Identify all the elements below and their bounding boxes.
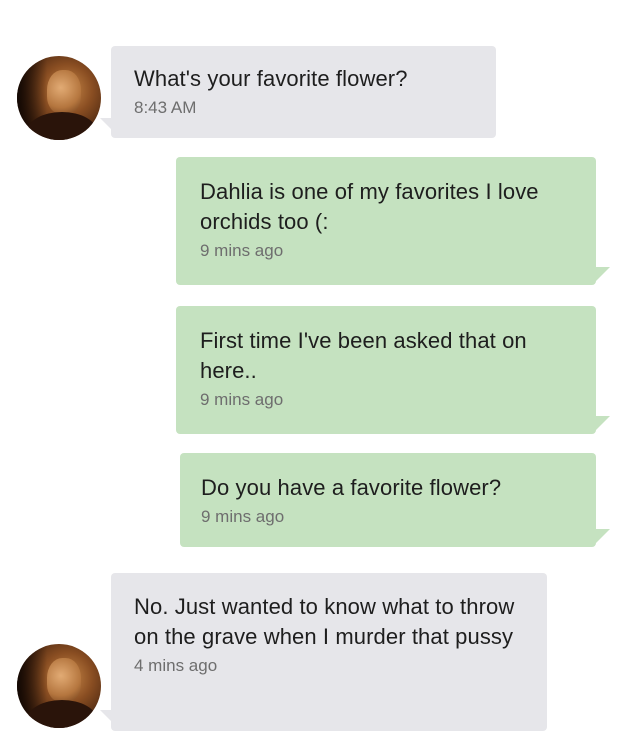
- message-timestamp: 4 mins ago: [134, 656, 218, 675]
- message-timestamp: 9 mins ago: [200, 241, 284, 260]
- message-text: What's your favorite flower?: [134, 66, 408, 91]
- message-text: First time I've been asked that on here.…: [200, 328, 527, 383]
- message-text: Dahlia is one of my favorites I love orc…: [200, 179, 539, 234]
- message-bubble-received: What's your favorite flower? 8:43 AM: [111, 46, 496, 138]
- avatar-shoulder: [27, 112, 97, 140]
- bubble-tail: [596, 529, 610, 543]
- message-timestamp: 9 mins ago: [201, 507, 285, 526]
- message-text: No. Just wanted to know what to throw on…: [134, 594, 515, 649]
- contact-avatar[interactable]: [17, 644, 101, 728]
- bubble-tail: [596, 267, 610, 281]
- contact-avatar[interactable]: [17, 56, 101, 140]
- message-bubble-received: No. Just wanted to know what to throw on…: [111, 573, 547, 731]
- avatar-face: [47, 70, 81, 114]
- message-bubble-sent: Do you have a favorite flower? 9 mins ag…: [180, 453, 596, 547]
- message-bubble-sent: Dahlia is one of my favorites I love orc…: [176, 157, 596, 285]
- message-text: Do you have a favorite flower?: [201, 475, 502, 500]
- avatar-face: [47, 658, 81, 702]
- avatar-shoulder: [27, 700, 97, 728]
- bubble-tail: [596, 416, 610, 430]
- message-bubble-sent: First time I've been asked that on here.…: [176, 306, 596, 434]
- bubble-tail: [100, 710, 114, 724]
- bubble-tail: [100, 118, 114, 132]
- message-timestamp: 9 mins ago: [200, 390, 284, 409]
- message-timestamp: 8:43 AM: [134, 98, 197, 117]
